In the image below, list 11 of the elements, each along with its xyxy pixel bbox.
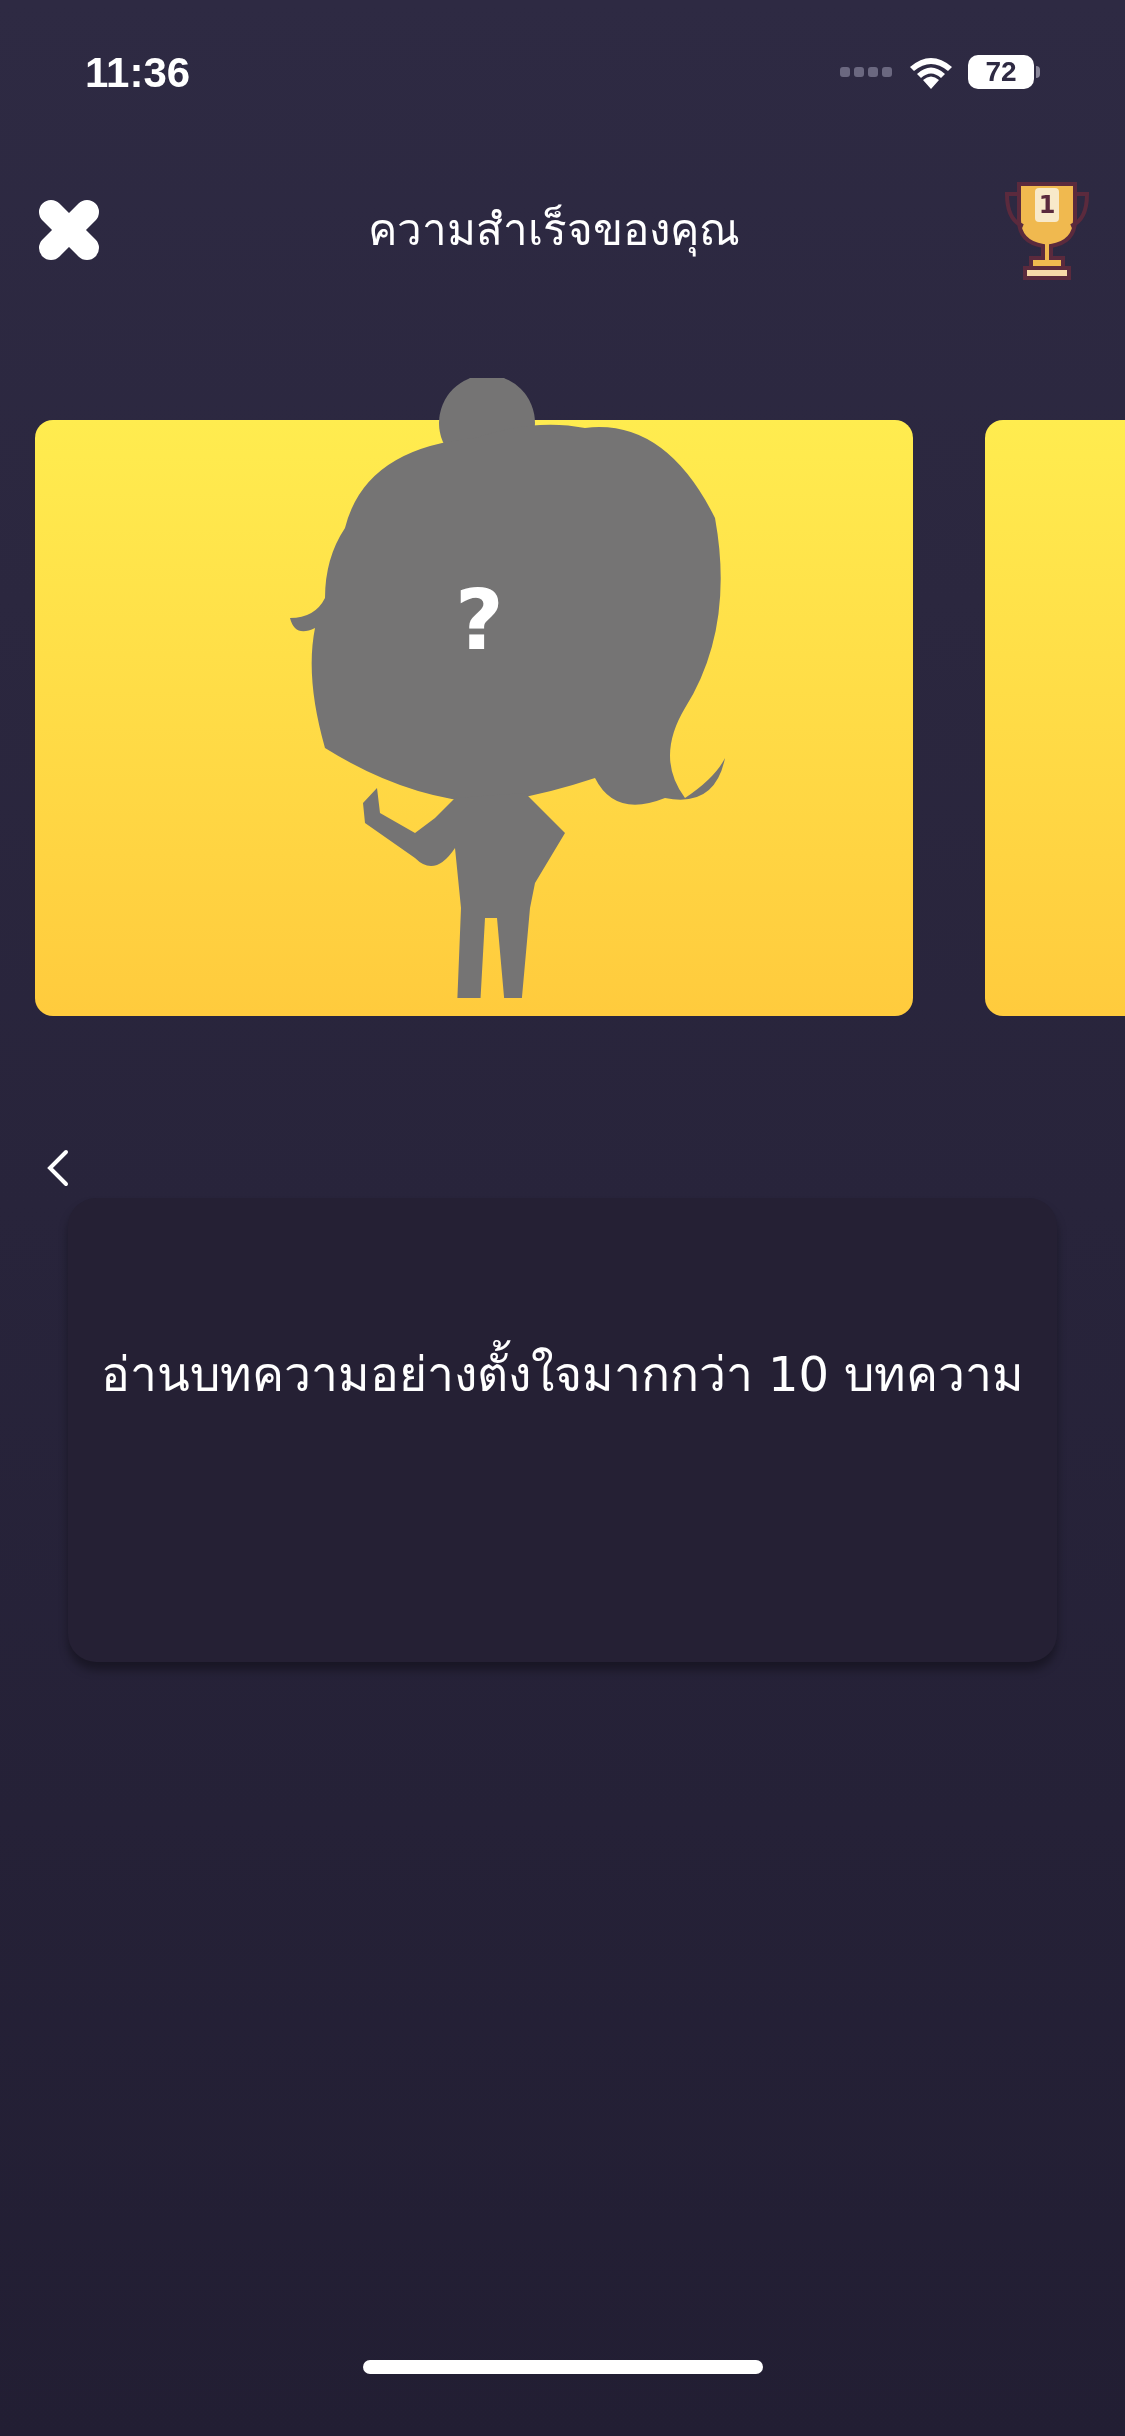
achievement-description: อ่านบทความอย่างตั้งใจมากกว่า 10 บทความ — [100, 1338, 1025, 1410]
status-time: 11:36 — [85, 47, 191, 98]
close-icon — [37, 198, 101, 262]
chevron-left-icon — [46, 1149, 70, 1187]
trophy-rank: 1 — [1035, 188, 1059, 222]
close-button[interactable] — [36, 197, 102, 263]
screen-title: ความสำเร็จของคุณ — [367, 203, 740, 259]
wifi-icon — [908, 55, 954, 89]
question-mark: ? — [455, 578, 504, 662]
cellular-signal-icon — [840, 66, 894, 78]
battery-level: 72 — [985, 55, 1017, 89]
